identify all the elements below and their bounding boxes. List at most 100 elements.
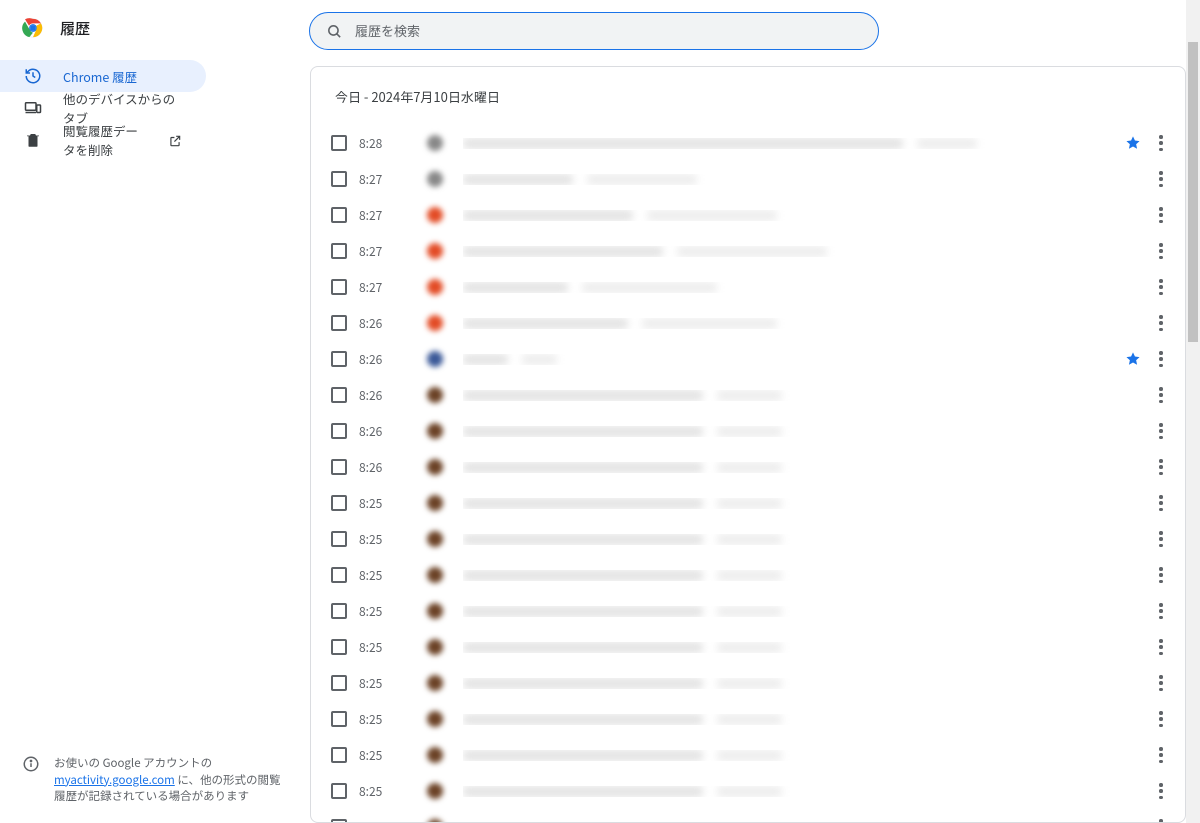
row-more-button[interactable] — [1149, 635, 1173, 659]
history-row[interactable]: 8:26 — [311, 377, 1185, 413]
history-row[interactable]: 8:27 — [311, 197, 1185, 233]
history-row[interactable]: 8:25 — [311, 701, 1185, 737]
date-header: 今日 - 2024年7月10日水曜日 — [311, 67, 1185, 125]
history-row[interactable]: 8:25 — [311, 593, 1185, 629]
history-row[interactable]: 8:25 — [311, 485, 1185, 521]
row-title-blurred — [463, 750, 703, 761]
row-title-area — [463, 390, 1149, 401]
row-more-button[interactable] — [1149, 743, 1173, 767]
history-row[interactable]: 8:25 — [311, 521, 1185, 557]
row-domain-blurred — [522, 354, 557, 365]
history-row[interactable]: 8:25 — [311, 629, 1185, 665]
row-time: 8:25 — [359, 711, 427, 728]
sidebar-item-devices[interactable]: 他のデバイスからのタブ — [0, 92, 206, 124]
row-title-area — [463, 642, 1149, 653]
row-checkbox[interactable] — [331, 279, 347, 295]
row-checkbox[interactable] — [331, 351, 347, 367]
row-title-blurred — [463, 642, 703, 653]
row-checkbox[interactable] — [331, 639, 347, 655]
row-checkbox[interactable] — [331, 567, 347, 583]
search-box[interactable] — [309, 12, 879, 50]
search-input[interactable] — [355, 24, 862, 39]
history-row[interactable]: 8:25 — [311, 773, 1185, 809]
row-more-button[interactable] — [1149, 347, 1173, 371]
row-title-area — [463, 534, 1149, 545]
row-more-button[interactable] — [1149, 527, 1173, 551]
history-row[interactable]: 8:26 — [311, 449, 1185, 485]
favicon-icon — [427, 711, 443, 727]
devices-icon — [24, 99, 42, 117]
row-more-button[interactable] — [1149, 599, 1173, 623]
row-checkbox[interactable] — [331, 747, 347, 763]
row-checkbox[interactable] — [331, 675, 347, 691]
row-checkbox[interactable] — [331, 315, 347, 331]
history-row[interactable]: 8:25 — [311, 809, 1185, 823]
myactivity-link[interactable]: myactivity.google.com — [54, 772, 175, 788]
scrollbar-track[interactable] — [1186, 0, 1200, 823]
row-checkbox[interactable] — [331, 819, 347, 823]
favicon-icon — [427, 351, 443, 367]
row-more-button[interactable] — [1149, 455, 1173, 479]
row-more-button[interactable] — [1149, 383, 1173, 407]
sidebar-footer: お使いの Google アカウントの myactivity.google.com… — [0, 737, 310, 823]
scrollbar-thumb[interactable] — [1188, 42, 1198, 342]
row-checkbox[interactable] — [331, 387, 347, 403]
history-row[interactable]: 8:25 — [311, 665, 1185, 701]
footer-text: お使いの Google アカウントの myactivity.google.com… — [54, 755, 288, 805]
row-checkbox[interactable] — [331, 171, 347, 187]
more-vert-icon — [1159, 639, 1163, 655]
row-more-button[interactable] — [1149, 131, 1173, 155]
row-title-blurred — [463, 498, 703, 509]
row-more-button[interactable] — [1149, 275, 1173, 299]
row-checkbox[interactable] — [331, 459, 347, 475]
row-domain-blurred — [647, 210, 777, 221]
history-row[interactable]: 8:26 — [311, 413, 1185, 449]
row-more-button[interactable] — [1149, 491, 1173, 515]
sidebar-item-delete[interactable]: 閲覧履歴データを削除 — [0, 124, 206, 156]
row-checkbox[interactable] — [331, 783, 347, 799]
history-row[interactable]: 8:27 — [311, 161, 1185, 197]
row-checkbox[interactable] — [331, 423, 347, 439]
more-vert-icon — [1159, 423, 1163, 439]
row-more-button[interactable] — [1149, 671, 1173, 695]
bookmark-star-icon — [1125, 135, 1141, 151]
row-checkbox[interactable] — [331, 711, 347, 727]
row-more-button[interactable] — [1149, 167, 1173, 191]
history-row[interactable]: 8:25 — [311, 557, 1185, 593]
delete-icon — [24, 131, 42, 149]
sidebar-item-history[interactable]: Chrome 履歴 — [0, 60, 206, 92]
row-more-button[interactable] — [1149, 779, 1173, 803]
row-time: 8:26 — [359, 387, 427, 404]
row-domain-blurred — [642, 318, 777, 329]
row-checkbox[interactable] — [331, 495, 347, 511]
row-time: 8:25 — [359, 747, 427, 764]
row-domain-blurred — [717, 498, 782, 509]
row-title-area — [463, 282, 1149, 293]
row-title-area — [463, 426, 1149, 437]
row-time: 8:26 — [359, 459, 427, 476]
row-more-button[interactable] — [1149, 707, 1173, 731]
row-more-button[interactable] — [1149, 239, 1173, 263]
row-checkbox[interactable] — [331, 243, 347, 259]
row-more-button[interactable] — [1149, 563, 1173, 587]
history-row[interactable]: 8:27 — [311, 233, 1185, 269]
history-row[interactable]: 8:27 — [311, 269, 1185, 305]
history-row[interactable]: 8:25 — [311, 737, 1185, 773]
row-checkbox[interactable] — [331, 135, 347, 151]
row-more-button[interactable] — [1149, 311, 1173, 335]
row-time: 8:25 — [359, 567, 427, 584]
row-checkbox[interactable] — [331, 531, 347, 547]
row-checkbox[interactable] — [331, 603, 347, 619]
row-more-button[interactable] — [1149, 419, 1173, 443]
row-more-button[interactable] — [1149, 815, 1173, 823]
favicon-icon — [427, 567, 443, 583]
row-more-button[interactable] — [1149, 203, 1173, 227]
row-time: 8:25 — [359, 531, 427, 548]
row-title-area — [463, 498, 1149, 509]
history-row[interactable]: 8:26 — [311, 305, 1185, 341]
row-checkbox[interactable] — [331, 207, 347, 223]
history-row[interactable]: 8:26 — [311, 341, 1185, 377]
bookmark-star-icon — [1125, 351, 1141, 367]
history-list: 8:288:278:278:278:278:268:268:268:268:26… — [311, 125, 1185, 823]
history-row[interactable]: 8:28 — [311, 125, 1185, 161]
